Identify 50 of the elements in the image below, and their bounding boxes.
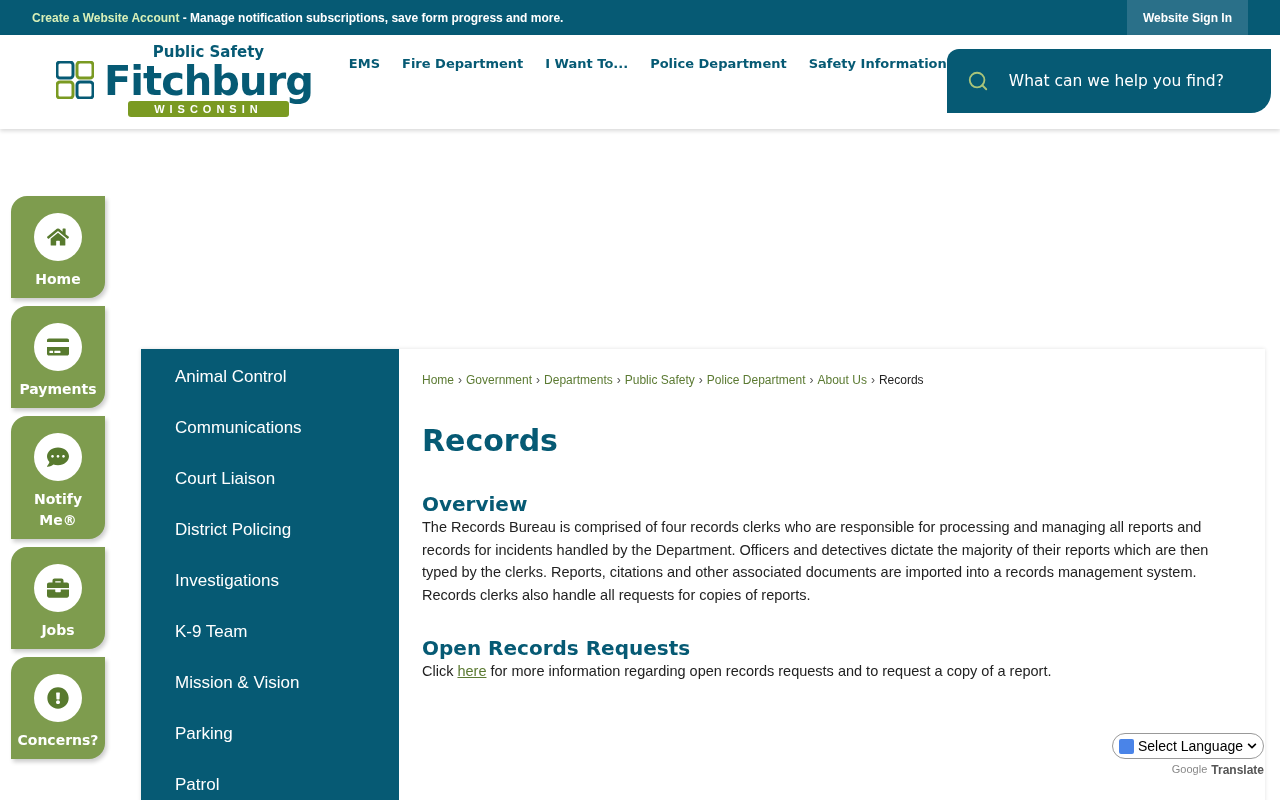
nav-link[interactable]: Police Department xyxy=(650,56,787,71)
breadcrumb-separator: › xyxy=(536,373,541,387)
speech-bubble-icon xyxy=(47,446,69,468)
section-heading: Overview xyxy=(422,492,529,516)
section-heading: Open Records Requests xyxy=(422,636,692,660)
breadcrumb-separator: › xyxy=(698,373,703,387)
side-menu-item[interactable]: Court Liaison xyxy=(141,453,399,504)
nav-link[interactable]: EMS xyxy=(348,56,380,71)
side-menu-item[interactable]: Investigations xyxy=(141,555,399,606)
side-menu-item[interactable]: Patrol xyxy=(141,759,399,800)
home-icon xyxy=(47,226,69,248)
logo-state: WISCONSIN xyxy=(128,101,289,117)
section-paragraph: The Records Bureau is comprised of four records clerks who are responsible for processing and managing all reports and records for incidents handled by the Department. Officers and detectives dictate the majority of their reports which are then typed by the clerks. Reports, citations and other associated documents are imported into a records management system. Records clerks also handle all requests for copies of reports. xyxy=(422,518,1210,605)
language-select[interactable]: Select Language xyxy=(1111,733,1264,759)
side-menu-item[interactable]: Mission & Vision xyxy=(141,657,399,708)
nav-link[interactable]: I Want To... xyxy=(545,56,629,71)
nav-link[interactable]: Fire Department xyxy=(402,56,524,71)
google-brand: Google xyxy=(1171,763,1208,777)
breadcrumb-link[interactable]: Police Department xyxy=(706,373,806,387)
logo-subtitle: Public Safety xyxy=(152,43,265,61)
side-menu-item[interactable]: District Policing xyxy=(141,504,399,555)
breadcrumb-separator: › xyxy=(616,373,621,387)
side-menu-item[interactable]: Parking xyxy=(141,708,399,759)
account-banner-text: Create a Website Account - Manage notification subscriptions, save form progress and more. xyxy=(32,10,564,25)
here-link[interactable]: here xyxy=(457,663,487,679)
credit-card-icon xyxy=(47,336,69,358)
squares-logo-icon xyxy=(56,61,94,99)
breadcrumb-separator: › xyxy=(458,373,462,387)
create-account-link[interactable]: Create a Website Account xyxy=(32,10,180,25)
section-paragraph: Click here for more information regarding open records requests and to request a copy of a report. xyxy=(422,662,1053,681)
breadcrumb-link[interactable]: Home xyxy=(422,373,454,387)
nav-link[interactable]: Safety Information xyxy=(808,56,947,71)
breadcrumb-separator: › xyxy=(870,373,875,387)
breadcrumb-separator: › xyxy=(809,373,814,387)
briefcase-icon xyxy=(47,577,69,599)
breadcrumb-current: Records xyxy=(878,373,924,387)
breadcrumb-link[interactable]: Departments xyxy=(544,373,613,387)
page-title: Records xyxy=(422,423,559,458)
breadcrumb-link[interactable]: Public Safety xyxy=(624,373,695,387)
chevron-down-icon xyxy=(1247,741,1257,751)
side-menu-item[interactable]: Communications xyxy=(141,402,399,453)
side-menu-item[interactable]: Animal Control xyxy=(141,351,399,402)
search-field[interactable]: What can we help you find? xyxy=(1006,71,1251,91)
side-menu-item[interactable]: K-9 Team xyxy=(141,606,399,657)
breadcrumb-link[interactable]: Government xyxy=(466,373,533,387)
breadcrumb-link[interactable]: About Us xyxy=(817,373,867,387)
sign-in-button[interactable]: Website Sign In xyxy=(1126,0,1248,35)
translate-label: Translate xyxy=(1211,763,1264,777)
search-icon xyxy=(966,70,989,92)
exclamation-icon xyxy=(47,687,69,709)
